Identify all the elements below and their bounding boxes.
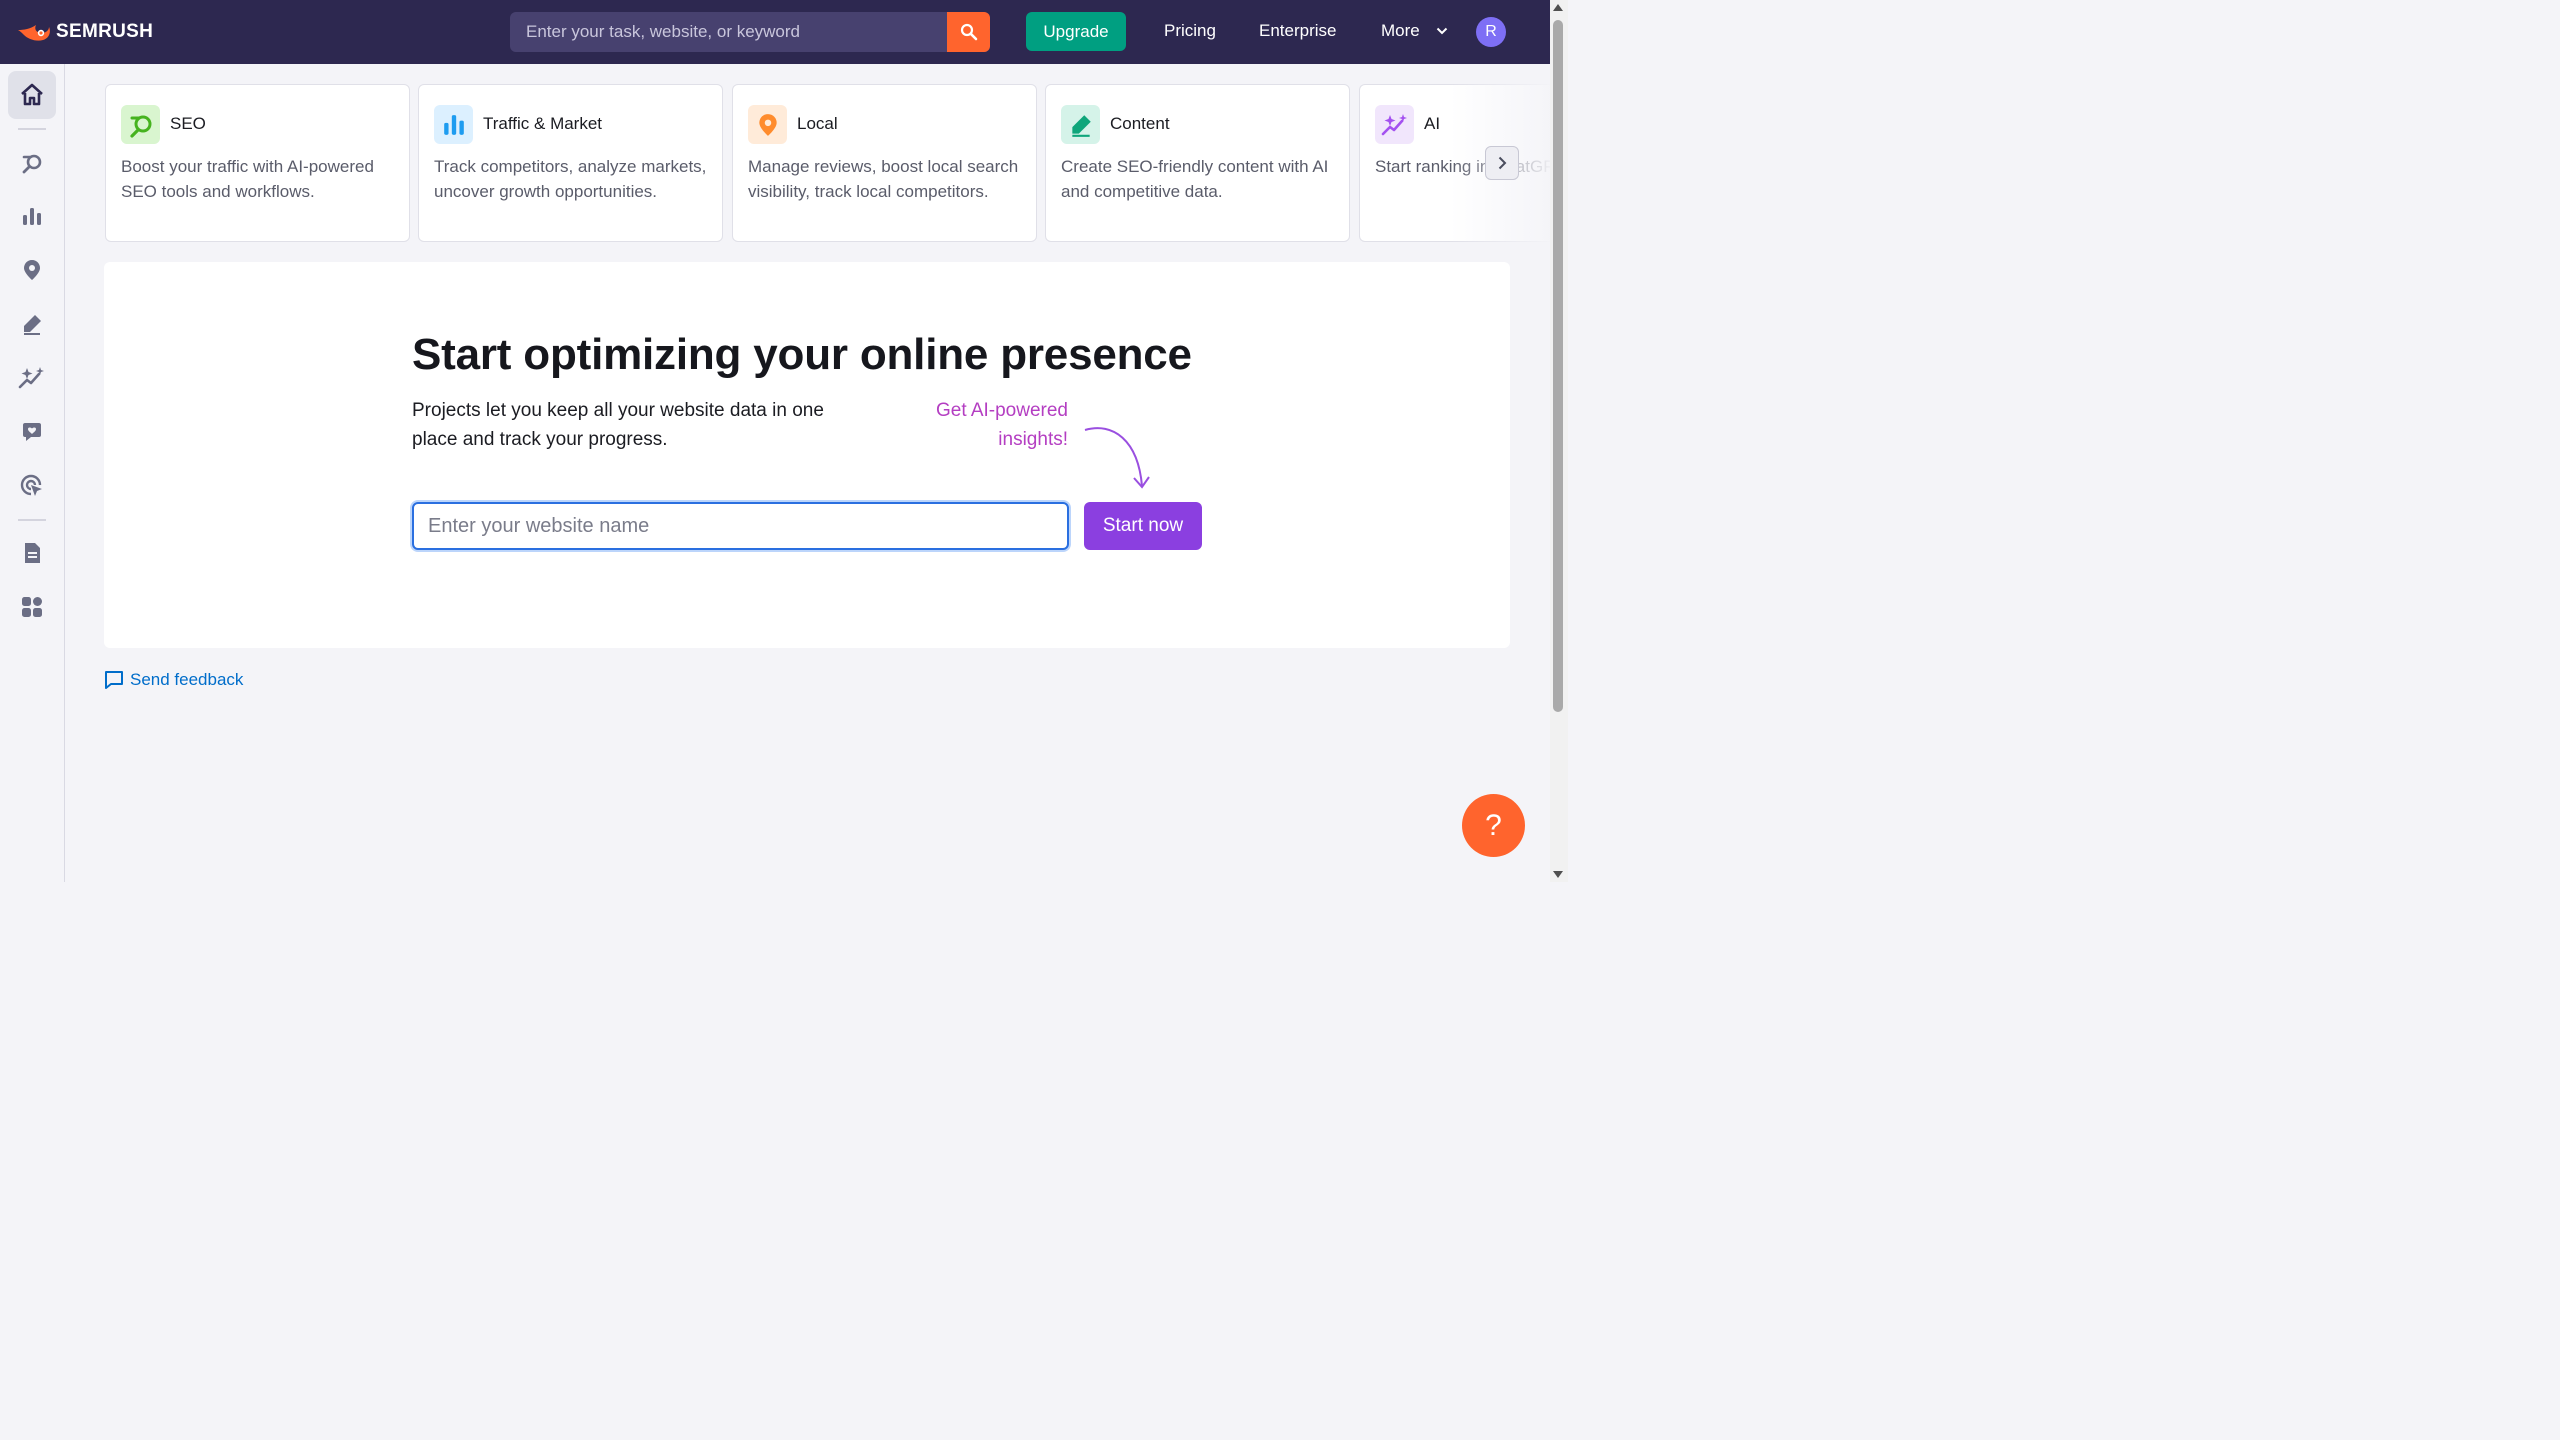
bar-chart-icon: [443, 114, 464, 135]
brand-name: SEMRUSH: [56, 21, 154, 42]
card-description: Create SEO-friendly content with AI and …: [1061, 157, 1329, 201]
sidebar-item-ads[interactable]: [8, 462, 56, 510]
home-icon: [21, 83, 43, 106]
help-button[interactable]: ?: [1462, 794, 1525, 857]
sidebar-divider: [18, 128, 46, 130]
seo-icon: [22, 154, 42, 174]
feedback-icon: [105, 671, 123, 689]
pencil-icon: [24, 315, 41, 335]
chevron-down-icon[interactable]: [1436, 25, 1448, 37]
pricing-link[interactable]: Pricing: [1164, 21, 1216, 41]
card-traffic-market[interactable]: Traffic & Market Track competitors, anal…: [418, 84, 723, 242]
start-now-button[interactable]: Start now: [1084, 502, 1202, 550]
card-title: AI: [1424, 114, 1441, 133]
search-input[interactable]: [510, 12, 947, 52]
sidebar-item-reviews[interactable]: [8, 408, 56, 456]
sparkles-icon: [1381, 113, 1407, 135]
search-icon: [960, 23, 977, 41]
sidebar-item-apps[interactable]: [8, 583, 56, 631]
card-icon-box: [121, 105, 160, 144]
sidebar: [0, 64, 65, 882]
chevron-right-icon: [1498, 156, 1507, 170]
send-feedback-link[interactable]: Send feedback: [104, 670, 243, 690]
upgrade-button[interactable]: Upgrade: [1026, 12, 1126, 51]
apps-icon: [22, 597, 42, 617]
card-seo[interactable]: SEO Boost your traffic with AI-powered S…: [105, 84, 410, 242]
sidebar-item-seo[interactable]: [8, 139, 56, 187]
user-avatar[interactable]: R: [1476, 17, 1506, 47]
target-cursor-icon: [20, 474, 42, 496]
location-pin-icon: [24, 260, 40, 280]
card-local[interactable]: Local Manage reviews, boost local search…: [732, 84, 1037, 242]
card-title: SEO: [170, 114, 206, 133]
card-description: Manage reviews, boost local search visib…: [748, 157, 1019, 201]
card-content[interactable]: Content Create SEO-friendly content with…: [1045, 84, 1350, 242]
send-feedback-label: Send feedback: [130, 670, 244, 689]
sidebar-divider: [18, 519, 46, 521]
projects-description: Projects let you keep all your website d…: [412, 400, 824, 450]
sidebar-item-home[interactable]: [8, 71, 56, 119]
card-title: Content: [1110, 114, 1170, 133]
global-search: [510, 12, 990, 52]
enterprise-link[interactable]: Enterprise: [1259, 21, 1336, 41]
location-pin-icon: [758, 113, 777, 136]
card-icon-box: [748, 105, 787, 144]
card-title: Local: [797, 114, 838, 133]
sidebar-item-reports[interactable]: [8, 529, 56, 577]
card-icon-box: [434, 105, 473, 144]
bar-chart-icon: [23, 208, 41, 225]
card-icon-box: [1061, 105, 1100, 144]
document-icon: [25, 543, 40, 563]
scrollbar-thumb[interactable]: [1553, 20, 1563, 712]
scroll-up-arrow[interactable]: [1553, 4, 1563, 11]
sidebar-item-traffic[interactable]: [8, 192, 56, 240]
sidebar-item-content[interactable]: [8, 300, 56, 348]
sidebar-item-ai[interactable]: [8, 354, 56, 402]
website-name-input[interactable]: [412, 502, 1069, 550]
pencil-icon: [1071, 114, 1091, 137]
card-title: Traffic & Market: [483, 114, 603, 133]
card-description: Boost your traffic with AI-powered SEO t…: [121, 157, 374, 201]
semrush-flame-icon: [18, 25, 50, 41]
semrush-logo[interactable]: SEMRUSH: [16, 20, 153, 44]
scroll-down-arrow[interactable]: [1553, 871, 1563, 878]
page-title: Start optimizing your online presence: [412, 330, 1192, 379]
sparkles-icon: [18, 367, 44, 389]
search-button[interactable]: [947, 12, 990, 52]
card-icon-box: [1375, 105, 1414, 144]
sidebar-item-local[interactable]: [8, 246, 56, 294]
more-menu[interactable]: More: [1381, 21, 1420, 41]
curved-arrow-icon: [1084, 427, 1150, 489]
card-description: Track competitors, analyze markets, unco…: [434, 157, 707, 201]
chat-heart-icon: [23, 423, 41, 441]
seo-icon: [129, 115, 151, 138]
projects-panel: [104, 262, 1510, 648]
carousel-next-button[interactable]: [1485, 146, 1519, 180]
top-bar: SEMRUSH Upgrade Pricing Enterprise More …: [0, 0, 1550, 64]
ai-insights-note: Get AI-powered insights!: [935, 400, 1068, 450]
